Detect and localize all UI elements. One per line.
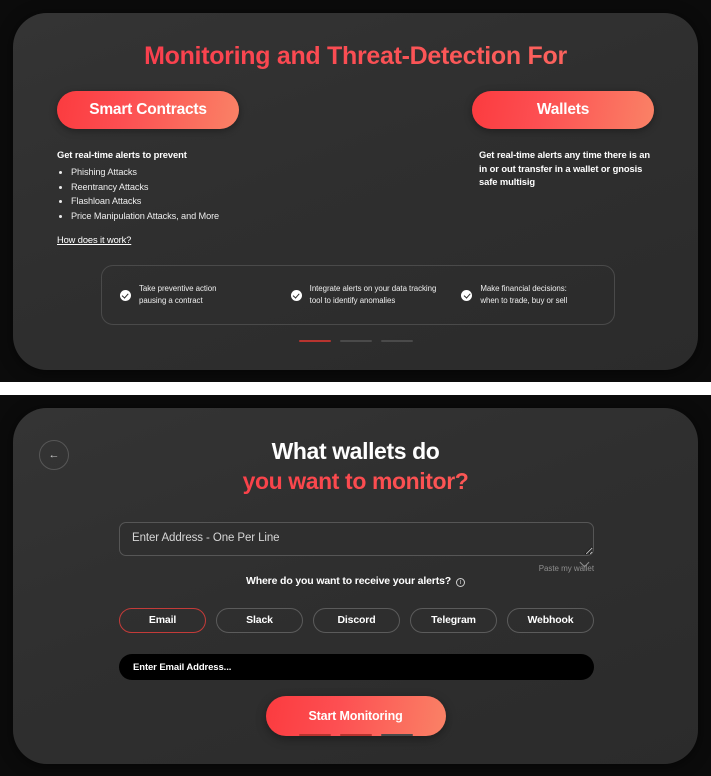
feature-line-2: tool to identify anomalies: [309, 296, 396, 305]
feature-item: Make financial decisions: when to trade,…: [443, 283, 614, 308]
tab-smart-contracts[interactable]: Smart Contracts: [57, 91, 239, 129]
column-wallets: Wallets Get real-time alerts any time th…: [379, 91, 654, 248]
feature-line-2: when to trade, buy or sell: [480, 296, 568, 305]
email-input[interactable]: [119, 654, 594, 680]
channel-chip-telegram[interactable]: Telegram: [410, 608, 497, 633]
screenshot-root: Monitoring and Threat-Detection For Smar…: [0, 0, 711, 776]
wallet-monitor-form-screenshot: ← What wallets do you want to monitor? P…: [0, 395, 711, 776]
check-circle-icon: [120, 289, 131, 301]
channel-chip-discord[interactable]: Discord: [313, 608, 400, 633]
pagination-dash-1[interactable]: [298, 734, 331, 736]
smart-contracts-lead: Get real-time alerts to prevent: [57, 149, 187, 160]
paste-my-wallet-link[interactable]: Paste my wallet: [119, 564, 594, 573]
form-panel: ← What wallets do you want to monitor? P…: [13, 408, 698, 764]
smart-contracts-bullet-list: Phishing Attacks Reentrancy Attacks Flas…: [71, 165, 333, 225]
form-title: What wallets do you want to monitor?: [13, 436, 698, 497]
channel-chip-slack[interactable]: Slack: [216, 608, 303, 633]
pagination-dash-1[interactable]: [298, 340, 331, 342]
promo-columns: Smart Contracts Get real-time alerts to …: [57, 91, 654, 248]
feature-line-1: Make financial decisions:: [480, 283, 567, 293]
pagination-dash-3[interactable]: [380, 340, 413, 342]
list-item: Price Manipulation Attacks, and More: [71, 209, 333, 224]
form-title-line-2: you want to monitor?: [13, 466, 698, 496]
address-field-group: Paste my wallet: [119, 522, 594, 573]
list-item: Flashloan Attacks: [71, 194, 333, 209]
feature-strip: Take preventive action pausing a contrac…: [101, 265, 615, 325]
pagination-dash-2[interactable]: [339, 340, 372, 342]
feature-line-1: Take preventive action: [139, 283, 217, 293]
promo-panel: Monitoring and Threat-Detection For Smar…: [13, 13, 698, 370]
check-circle-icon: [461, 289, 473, 301]
info-circle-icon[interactable]: i: [456, 578, 466, 587]
pagination-dash-3[interactable]: [380, 734, 413, 736]
tab-wallets[interactable]: Wallets: [472, 91, 654, 129]
alert-channel-group: Email Slack Discord Telegram Webhook: [119, 608, 594, 633]
start-monitoring-button[interactable]: Start Monitoring: [265, 696, 446, 736]
list-item: Reentrancy Attacks: [71, 180, 333, 195]
list-item: Phishing Attacks: [71, 165, 333, 180]
address-input[interactable]: [119, 522, 594, 556]
pagination-dash-2[interactable]: [339, 734, 372, 736]
feature-line-1: Integrate alerts on your data tracking: [309, 283, 437, 293]
alerts-question-label: Where do you want to receive your alerts…: [245, 575, 452, 587]
wallets-lead: Get real-time alerts any time there is a…: [479, 149, 650, 188]
carousel-pagination: [13, 734, 698, 736]
how-does-it-work-link[interactable]: How does it work?: [57, 235, 131, 245]
feature-item: Take preventive action pausing a contrac…: [102, 283, 273, 308]
feature-text: Make financial decisions: when to trade,…: [480, 283, 567, 308]
feature-text: Integrate alerts on your data tracking t…: [310, 283, 437, 308]
check-circle-icon: [290, 289, 302, 301]
feature-text: Take preventive action pausing a contrac…: [139, 283, 216, 308]
page-title: Monitoring and Threat-Detection For: [13, 42, 698, 71]
channel-chip-webhook[interactable]: Webhook: [507, 608, 594, 633]
monitoring-promo-screenshot: Monitoring and Threat-Detection For Smar…: [0, 0, 711, 382]
channel-chip-email[interactable]: Email: [119, 608, 206, 633]
carousel-pagination: [13, 340, 698, 342]
alerts-question: Where do you want to receive your alerts…: [13, 575, 698, 587]
column-smart-contracts: Smart Contracts Get real-time alerts to …: [57, 91, 333, 248]
feature-line-2: pausing a contract: [139, 296, 203, 305]
form-title-line-1: What wallets do: [271, 438, 440, 464]
feature-item: Integrate alerts on your data tracking t…: [273, 283, 444, 308]
